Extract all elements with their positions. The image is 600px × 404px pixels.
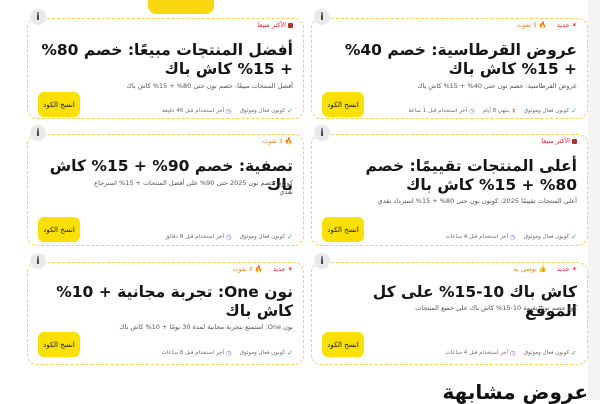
copy-code-button[interactable]: انسخ الكود	[38, 92, 80, 117]
hourglass-icon: ⧗	[511, 107, 516, 114]
check-icon: ✓	[287, 107, 293, 115]
info-icon[interactable]: i	[30, 125, 46, 141]
section-title: عروض مشابهة	[442, 380, 589, 404]
check-icon: ✓	[571, 107, 577, 115]
coupon-card: i ✶ جديد 🔥 لا تفوت نون One: تجربة مجانية +…	[27, 253, 304, 365]
copy-code-button[interactable]: انسخ الكود	[38, 217, 80, 242]
copy-code-button[interactable]: انسخ الكود	[38, 332, 80, 357]
coupon-title: أفضل المنتجات مبيعًا: خصم 80% + 15% كاش …	[41, 41, 293, 78]
new-badge: ✶ جديد	[556, 265, 577, 273]
hot-badge: 🔥 لا تفوت	[232, 265, 263, 273]
coupon-description: أفضل المنتجات مبيعًا: خصم نون حتى 80% + …	[126, 82, 293, 90]
info-icon[interactable]: i	[30, 9, 46, 25]
coupon-meta: ✓ كوبون فعال وموثوق ⧗ ينتهي 8 أيام ◷ آخر اس…	[408, 107, 577, 115]
badge-row: ✶ جديد 🔥 لا تفوت	[516, 21, 577, 29]
brand-logo[interactable]	[148, 0, 214, 14]
coupon-card: i ✶ جديد 👍 توصي به كاش باك 10-15% على كل ا…	[311, 253, 588, 365]
copy-code-button[interactable]: انسخ الكود	[322, 92, 364, 117]
badge-row: الأكثر مبيعا	[541, 137, 577, 145]
coupon-meta: ✓ كوبون فعال وموثوق ◷ آخر استخدام قبل 4 سا…	[445, 233, 577, 241]
coupon-description: كود خصم نون بقيمة 10-15% كاش باك على جمي…	[415, 304, 577, 312]
coupon-title: عروض القرطاسية: خصم 40% + 15% كاش باك	[344, 41, 577, 78]
coupon-title: كاش باك 10-15% على كل الموقع	[372, 283, 577, 320]
coupon-meta: ✓ كوبون فعال وموثوق ◷ آخر استخدام قبل 4 سا…	[445, 349, 577, 357]
coupon-description: نون One: استمتع بتجربة مجانية لمدة 30 يو…	[119, 323, 293, 331]
tag-icon	[288, 22, 293, 28]
coupon-description: أعلى المنتجات تقييمًا 2025: كوبون نون حت…	[377, 197, 577, 205]
new-badge: ✶ جديد	[556, 21, 577, 29]
hot-badge: 🔥 لا تفوت	[262, 137, 293, 145]
clock-icon: ◷	[226, 107, 232, 115]
check-icon: ✓	[287, 349, 293, 357]
clock-icon: ◷	[510, 349, 516, 357]
fire-icon: 🔥	[284, 137, 293, 145]
badge-row: ✶ جديد 🔥 لا تفوت	[232, 265, 293, 273]
sparkle-icon: ✶	[571, 265, 577, 273]
copy-code-button[interactable]: انسخ الكود	[322, 332, 364, 357]
page-scrollbar[interactable]	[588, 0, 600, 400]
coupon-card: i الأكثر مبيعا أفضل المنتجات مبيعًا: خصم…	[27, 9, 304, 119]
check-icon: ✓	[287, 233, 293, 241]
new-badge: ✶ جديد	[272, 265, 293, 273]
recommended-badge: 👍 توصي به	[513, 265, 547, 273]
best-seller-badge: الأكثر مبيعا	[257, 21, 293, 29]
coupon-description: عروض القرطاسية: خصم نون حتى 40% + 15% كا…	[417, 82, 577, 90]
coupon-card: i الأكثر مبيعا أعلى المنتجات تقييمًا: خص…	[311, 125, 588, 246]
info-icon[interactable]: i	[314, 253, 330, 269]
tag-icon	[572, 138, 577, 144]
coupon-card: i 🔥 لا تفوت تصفية: خصم 90% + 15% كاش باك …	[27, 125, 304, 246]
coupon-title: نون One: تجربة مجانية + 10% كاش باك	[56, 283, 293, 320]
clock-icon: ◷	[226, 233, 232, 241]
coupon-card: i ✶ جديد 🔥 لا تفوت عروض القرطاسية: خصم 40%…	[311, 9, 588, 119]
info-icon[interactable]: i	[314, 125, 330, 141]
fire-icon: 🔥	[254, 265, 263, 273]
sparkle-icon: ✶	[287, 265, 293, 273]
clock-icon: ◷	[469, 107, 475, 115]
info-icon[interactable]: i	[30, 253, 46, 269]
coupon-description: كوبون خصم نون 2025 حتى 90% على أفضل المن…	[94, 179, 293, 196]
info-icon[interactable]: i	[314, 9, 330, 25]
clock-icon: ◷	[226, 349, 232, 357]
sparkle-icon: ✶	[571, 21, 577, 29]
coupon-meta: ✓ كوبون فعال وموثوق ◷ آخر استخدام قبل 8 دق…	[165, 233, 293, 241]
coupon-title: أعلى المنتجات تقييمًا: خصم 80% + 15% كاش…	[365, 157, 577, 194]
badge-row: الأكثر مبيعا	[257, 21, 293, 29]
thumbs-up-icon: 👍	[538, 265, 547, 273]
best-seller-badge: الأكثر مبيعا	[541, 137, 577, 145]
badge-row: 🔥 لا تفوت	[263, 137, 293, 145]
coupon-meta: ✓ كوبون فعال وموثوق ◷ آخر استخدام قبل 46 د…	[161, 107, 293, 115]
check-icon: ✓	[571, 233, 577, 241]
fire-icon: 🔥	[538, 21, 547, 29]
copy-code-button[interactable]: انسخ الكود	[322, 217, 364, 242]
hot-badge: 🔥 لا تفوت	[516, 21, 547, 29]
badge-row: ✶ جديد 👍 توصي به	[513, 265, 577, 273]
clock-icon: ◷	[510, 233, 516, 241]
check-icon: ✓	[571, 349, 577, 357]
coupon-meta: ✓ كوبون فعال وموثوق ◷ آخر استخدام قبل 8 سا…	[161, 349, 293, 357]
